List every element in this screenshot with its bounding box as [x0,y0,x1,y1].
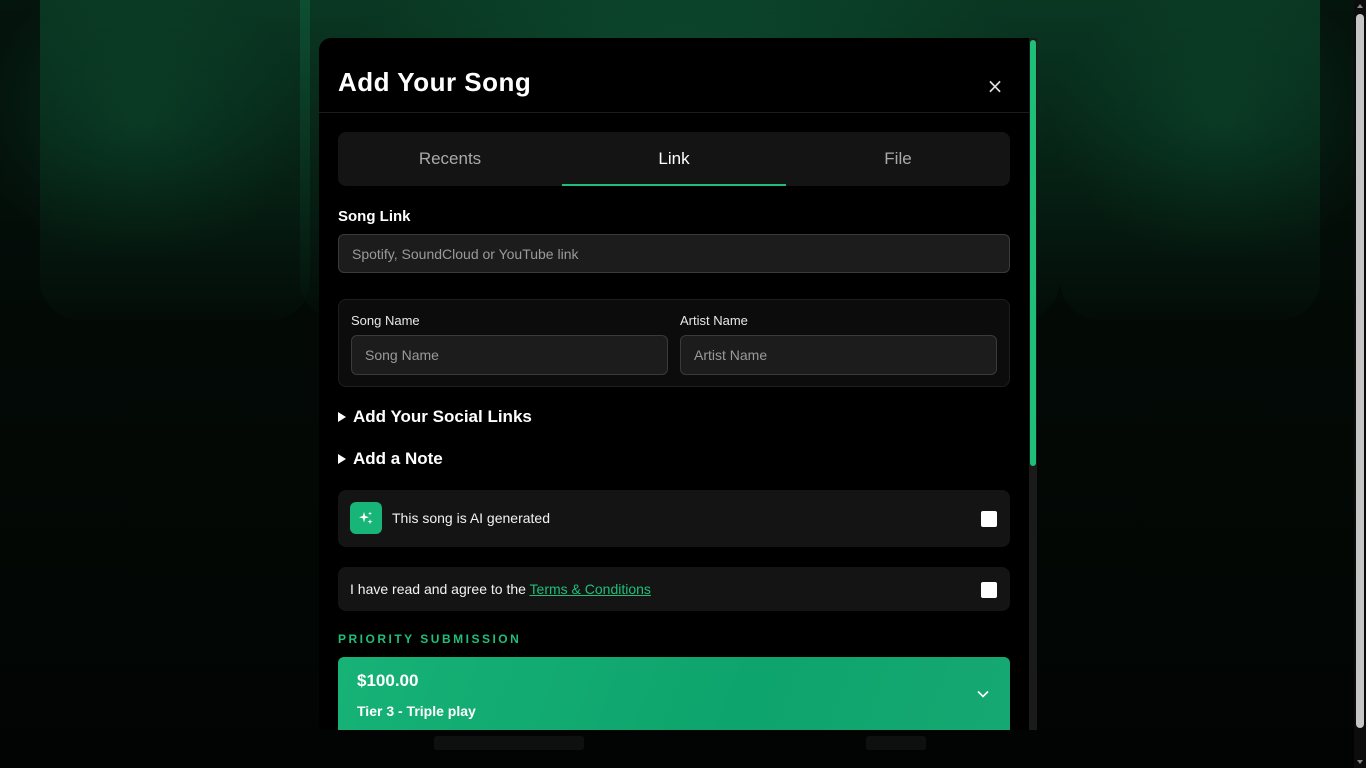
modal-scrollbar-thumb[interactable] [1030,40,1036,466]
social-links-label: Add Your Social Links [353,407,532,426]
terms-link[interactable]: Terms & Conditions [530,581,651,597]
social-links-toggle[interactable]: Add Your Social Links [338,407,532,427]
modal-scrollbar[interactable] [1029,38,1037,730]
close-icon[interactable]: × [983,74,1007,98]
backdrop-panel-right [1060,0,1320,320]
song-details-box: Song Name Artist Name [338,299,1010,387]
backdrop-panel-left [40,0,310,320]
artist-name-input[interactable] [680,335,997,375]
modal-title: Add Your Song [338,67,532,97]
add-song-modal: Add Your Song × Recents Link File Song L… [319,38,1029,730]
terms-row: I have read and agree to the Terms & Con… [338,567,1010,611]
scroll-down-arrow-icon[interactable] [1357,760,1363,764]
ai-generated-label: This song is AI generated [392,510,550,526]
tab-recents[interactable]: Recents [338,132,562,186]
song-name-label: Song Name [351,313,420,328]
artist-name-label: Artist Name [680,313,748,328]
backdrop-ghost-share [866,736,926,750]
source-tabs: Recents Link File [338,132,1010,186]
tier-name: Tier 3 - Triple play [357,703,476,719]
disclosure-triangle-icon [338,412,346,422]
modal-header: Add Your Song × [319,38,1029,113]
terms-checkbox[interactable] [981,582,997,598]
page-scrollbar[interactable] [1354,0,1366,768]
song-link-label: Song Link [338,208,411,225]
page-scrollbar-thumb[interactable] [1356,14,1364,728]
tab-link[interactable]: Link [562,132,786,186]
terms-prefix: I have read and agree to the [350,581,530,597]
ai-generated-checkbox[interactable] [981,511,997,527]
tier-price: $100.00 [357,671,419,690]
ai-generated-row: This song is AI generated [338,490,1010,547]
scroll-up-arrow-icon[interactable] [1357,4,1363,8]
song-name-input[interactable] [351,335,668,375]
tier-select[interactable]: $100.00 Tier 3 - Triple play [338,657,1010,730]
priority-heading: PRIORITY SUBMISSION [338,632,522,646]
disclosure-triangle-icon [338,454,346,464]
backdrop-ghost-button [434,736,584,750]
song-link-input[interactable] [338,234,1010,273]
add-note-toggle[interactable]: Add a Note [338,449,443,469]
add-note-label: Add a Note [353,449,443,468]
tab-file[interactable]: File [786,132,1010,186]
chevron-down-icon [977,690,989,698]
terms-text: I have read and agree to the Terms & Con… [350,581,651,597]
sparkle-icon [350,502,382,534]
